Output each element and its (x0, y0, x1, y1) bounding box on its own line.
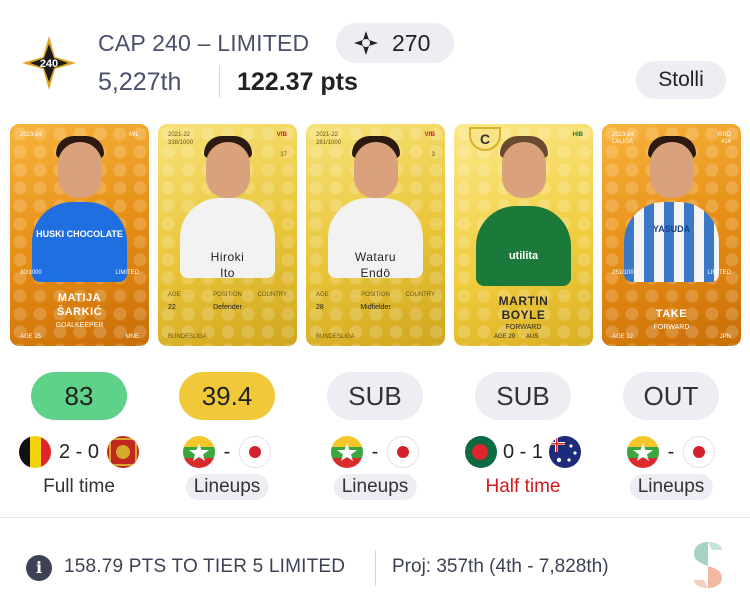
player-country: AUS (526, 334, 539, 340)
league-label: BUNDESLIGA (168, 334, 207, 340)
sorare-logo-icon (690, 540, 726, 595)
rank-value: 5,227th (98, 68, 182, 96)
player-jersey (476, 206, 571, 286)
card-rarity: LIMITED (707, 270, 731, 276)
player-portrait (58, 142, 102, 198)
logo-text: 240 (40, 58, 58, 70)
player-card-endo[interactable]: 2021-22 281/1000 VfB 3 Wataru Endō AGE P… (306, 124, 445, 346)
cap-240-logo-icon: 240 (22, 36, 76, 90)
australia-flag-icon (549, 436, 581, 468)
player-position: GOALKEEPER (55, 322, 104, 329)
player-card-boyle[interactable]: C HIB utilita MARTIN BOYLE FORWARD AGE 2… (454, 124, 593, 346)
jersey-sponsor: HUSKI CHOCOLATE (36, 229, 123, 239)
match-score: - (371, 441, 379, 463)
match-status: Half time (485, 476, 561, 497)
player-portrait (650, 142, 694, 198)
jersey-sponsor: utilita (508, 250, 539, 262)
score-chip: OUT (623, 372, 719, 420)
player-card-kubo[interactable]: 2023-24 LALIGA RSO #14 YASUDA 251/1000 L… (602, 124, 741, 346)
user-badge[interactable]: Stolli (636, 61, 726, 99)
player-last-name: ŠARKIĆ (56, 306, 103, 318)
match-teams: - (601, 436, 741, 468)
match-teams: 2 - 0 (9, 436, 149, 468)
projection-text: Proj: 357th (4th - 7,828th) (392, 556, 609, 577)
tier-progress-text: 158.79 PTS TO TIER 5 LIMITED (64, 556, 346, 577)
score-chip: 83 (31, 372, 127, 420)
score-chip: SUB (327, 372, 423, 420)
japan-flag-icon (239, 436, 271, 468)
competition-title: CAP 240 – LIMITED (98, 30, 310, 56)
jersey-sponsor: YASUDA (652, 224, 691, 234)
player-last-name: TAKE (655, 308, 688, 320)
match-score: - (667, 441, 675, 463)
country-label: COUNTRY (405, 292, 435, 298)
lineups-badge[interactable]: Lineups (185, 474, 269, 500)
player-last-name: BOYLE (501, 308, 546, 322)
score-pill[interactable]: 270 (336, 23, 454, 63)
country-label: COUNTRY (257, 292, 287, 298)
footer-vertical-divider (375, 550, 376, 586)
header-divider (219, 66, 220, 98)
japan-flag-icon (683, 436, 715, 468)
position-value: Midfielder (360, 304, 391, 311)
match-status: Full time (43, 476, 115, 497)
match-teams: - (157, 436, 297, 468)
score-value: 270 (392, 30, 431, 56)
card-rarity: LIMITED (115, 270, 139, 276)
player-country: MNE (125, 334, 139, 340)
montenegro-flag-icon (107, 436, 139, 468)
footer-bar: i 158.79 PTS TO TIER 5 LIMITED Proj: 357… (0, 518, 750, 613)
player-card-sarkic[interactable]: 2023-24 MIL HUSKI CHOCOLATE 30/1000 LIMI… (10, 124, 149, 346)
player-card-ito[interactable]: 2021-22 338/1000 VfB 37 Hiroki Ito AGE P… (158, 124, 297, 346)
score-chip: SUB (475, 372, 571, 420)
league-label: BUNDESLIGA (316, 334, 355, 340)
crosshair-compass-icon (354, 31, 378, 55)
match-teams: - (305, 436, 445, 468)
player-first-name: MATIJA (57, 292, 102, 304)
lineups-badge[interactable]: Lineups (629, 474, 713, 500)
japan-flag-icon (387, 436, 419, 468)
player-portrait (354, 142, 398, 198)
player-last-name: Ito (220, 266, 235, 280)
score-chip: 39.4 (179, 372, 275, 420)
points-value: 122.37 pts (237, 68, 358, 96)
match-teams: 0 - 1 (453, 436, 593, 468)
player-stats-row: 83 2 - 0 Full time 39.4 - Lineups SUB - … (0, 372, 750, 502)
player-first-name: MARTIN (498, 294, 549, 308)
info-icon[interactable]: i (26, 555, 52, 581)
player-country: JPN (719, 334, 731, 340)
player-portrait (502, 142, 546, 198)
position-value: Defender (213, 304, 242, 311)
lineup-header: 240 CAP 240 – LIMITED 270 5,227th 122.37… (0, 0, 750, 118)
player-position: FORWARD (505, 324, 542, 331)
player-first-name: Wataru (354, 250, 397, 264)
player-position: FORWARD (653, 324, 690, 331)
player-last-name: Endō (360, 266, 391, 280)
player-first-name: Hiroki (210, 250, 245, 264)
match-score: - (223, 441, 231, 463)
player-portrait (206, 142, 250, 198)
player-cards: 2023-24 MIL HUSKI CHOCOLATE 30/1000 LIMI… (0, 124, 750, 348)
lineups-badge[interactable]: Lineups (333, 474, 417, 500)
